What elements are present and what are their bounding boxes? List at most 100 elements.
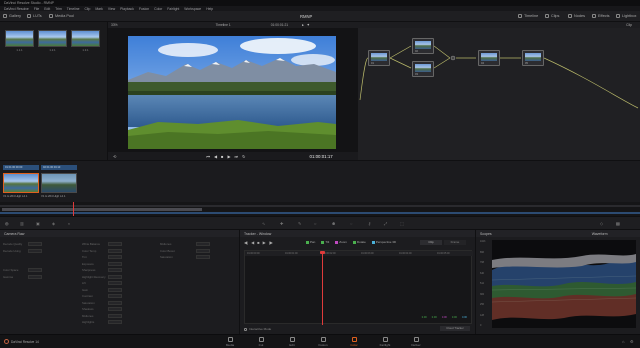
qualifier-tool-icon[interactable]: ✦ bbox=[307, 23, 310, 27]
cloud-tracker-selector[interactable]: Cloud Tracker bbox=[440, 326, 470, 331]
zoom-level[interactable]: 33% bbox=[111, 23, 118, 27]
timeline-selector[interactable]: Timeline 1 bbox=[216, 23, 231, 27]
loop-playback-icon[interactable]: ↻ bbox=[242, 154, 245, 159]
menu-item[interactable]: Color bbox=[154, 7, 162, 11]
gallery-still[interactable] bbox=[38, 30, 67, 47]
tracker-toggle[interactable]: Pan bbox=[306, 240, 315, 244]
corrector-node[interactable]: 04 bbox=[478, 50, 500, 66]
warper-icon[interactable]: ✚ bbox=[280, 221, 283, 226]
scopes-icon[interactable]: ▤ bbox=[616, 221, 620, 226]
gallery-still[interactable] bbox=[71, 30, 100, 47]
hdr-icon[interactable]: ◐ bbox=[68, 221, 70, 226]
key-icon[interactable]: ⚷ bbox=[368, 221, 371, 226]
raw-param-field[interactable] bbox=[108, 281, 122, 285]
raw-param-field[interactable] bbox=[108, 307, 122, 311]
pointer-tool-icon[interactable]: ▸ bbox=[302, 23, 304, 27]
camera-raw-icon[interactable]: ▣ bbox=[36, 221, 40, 226]
media-pool-button[interactable]: Media Pool bbox=[49, 14, 74, 18]
lightbox-toggle[interactable]: Lightbox bbox=[616, 14, 636, 18]
menu-item[interactable]: Fusion bbox=[139, 7, 149, 11]
track-forward-all-icon[interactable]: |▶ bbox=[269, 240, 273, 245]
sizing-icon[interactable]: ⤢ bbox=[384, 221, 387, 226]
tracker-toggle[interactable]: Rotate bbox=[352, 240, 366, 244]
raw-param-field[interactable] bbox=[108, 274, 122, 279]
luts-button[interactable]: LUTs bbox=[27, 14, 42, 18]
raw-param-field[interactable] bbox=[196, 242, 210, 246]
tracker-mode-clip[interactable]: Clip bbox=[420, 240, 442, 245]
corrector-node[interactable]: 03 bbox=[412, 61, 434, 77]
playhead[interactable] bbox=[73, 202, 74, 216]
gallery-button[interactable]: Gallery bbox=[3, 14, 21, 18]
skip-back-icon[interactable]: ⏮ bbox=[206, 154, 210, 159]
3d-icon[interactable]: ⬚ bbox=[400, 221, 404, 226]
raw-param-field[interactable] bbox=[108, 294, 122, 298]
tracker-mode-frame[interactable]: Frame bbox=[444, 240, 466, 245]
play-reverse-icon[interactable]: ◀ bbox=[214, 154, 217, 159]
raw-param-field[interactable] bbox=[28, 268, 42, 272]
raw-param-field[interactable] bbox=[108, 261, 122, 266]
loop-icon[interactable]: ⟲ bbox=[113, 154, 116, 159]
menu-item[interactable]: Edit bbox=[44, 7, 50, 11]
raw-param-field[interactable] bbox=[196, 248, 210, 253]
skip-forward-icon[interactable]: ⏭ bbox=[235, 154, 239, 159]
menu-item[interactable]: Playback bbox=[120, 7, 134, 11]
page-tab-color[interactable]: Color bbox=[342, 337, 366, 347]
raw-param-field[interactable] bbox=[108, 255, 122, 259]
qualifier-icon[interactable]: ✎ bbox=[298, 221, 301, 226]
tracker-playhead[interactable] bbox=[322, 251, 323, 325]
page-tab-fairlight[interactable]: Fairlight bbox=[373, 337, 397, 347]
track-forward-icon[interactable]: ▶ bbox=[263, 240, 266, 245]
page-tab-media[interactable]: Media bbox=[218, 337, 242, 347]
track-stop-icon[interactable]: ■ bbox=[257, 240, 259, 245]
blur-icon[interactable]: ◌ bbox=[350, 221, 352, 226]
raw-param-field[interactable] bbox=[28, 274, 42, 279]
corrector-node[interactable]: 01 bbox=[368, 50, 390, 66]
raw-param-field[interactable] bbox=[196, 255, 210, 259]
raw-param-field[interactable] bbox=[28, 248, 42, 253]
clip-thumbnail[interactable] bbox=[3, 173, 39, 193]
menu-item[interactable]: DaVinci Resolve bbox=[4, 7, 29, 11]
page-tab-cut[interactable]: Cut bbox=[249, 337, 273, 347]
scope-mode-selector[interactable]: Waveform bbox=[592, 232, 608, 236]
tracker-icon[interactable]: ⊕ bbox=[332, 221, 335, 226]
tracker-toggle[interactable]: Tilt bbox=[321, 240, 329, 244]
raw-param-field[interactable] bbox=[108, 242, 122, 246]
menu-item[interactable]: View bbox=[108, 7, 115, 11]
tracker-graph[interactable]: 01:00:00:00 01:00:01:00 01:00:02:00 01:00:0… bbox=[244, 250, 473, 325]
node-mode-selector[interactable]: Clip bbox=[626, 23, 632, 27]
raw-param-field[interactable] bbox=[108, 313, 122, 318]
page-tab-deliver[interactable]: Deliver bbox=[404, 337, 428, 347]
tracker-toggle[interactable]: Perspective 3D bbox=[371, 240, 396, 244]
node-editor[interactable]: 01 02 03 04 05 bbox=[358, 28, 640, 160]
corrector-node[interactable]: 02 bbox=[412, 38, 434, 54]
menu-item[interactable]: File bbox=[34, 7, 39, 11]
raw-param-field[interactable] bbox=[108, 248, 122, 253]
track-back-icon[interactable]: ◀ bbox=[251, 240, 254, 245]
menu-item[interactable]: Mark bbox=[95, 7, 103, 11]
primaries-bars-icon[interactable]: ▥ bbox=[20, 221, 24, 226]
menu-item[interactable]: Fairlight bbox=[167, 7, 179, 11]
clip-thumbnail[interactable] bbox=[41, 173, 77, 193]
viewer[interactable] bbox=[108, 28, 358, 160]
interactive-mode-checkbox[interactable]: Interactive Mode bbox=[244, 327, 271, 331]
raw-param-field[interactable] bbox=[108, 300, 122, 305]
menu-item[interactable]: Help bbox=[206, 7, 213, 11]
play-icon[interactable]: ▶ bbox=[227, 154, 230, 159]
home-icon[interactable]: ⌂ bbox=[622, 339, 624, 344]
track-reverse-icon[interactable]: ◀| bbox=[244, 240, 248, 245]
raw-param-field[interactable] bbox=[108, 320, 122, 324]
keyframes-icon[interactable]: ◇ bbox=[600, 221, 603, 226]
mini-timeline[interactable] bbox=[0, 202, 640, 216]
corrector-node[interactable]: 05 bbox=[522, 50, 544, 66]
window-icon[interactable]: ○ bbox=[314, 221, 316, 226]
tracker-playhead-handle[interactable] bbox=[320, 251, 325, 254]
page-tab-edit[interactable]: Edit bbox=[280, 337, 304, 347]
menu-item[interactable]: Trim bbox=[55, 7, 62, 11]
color-wheels-icon[interactable]: ◎ bbox=[5, 221, 9, 226]
timeline-toggle[interactable]: Timeline bbox=[518, 14, 538, 18]
viewer-image[interactable] bbox=[128, 36, 336, 149]
menu-item[interactable]: Timeline bbox=[67, 7, 80, 11]
page-tab-fusion[interactable]: Fusion bbox=[311, 337, 335, 347]
effects-toggle[interactable]: Effects bbox=[592, 14, 610, 18]
tracker-toggle[interactable]: Zoom bbox=[335, 240, 347, 244]
